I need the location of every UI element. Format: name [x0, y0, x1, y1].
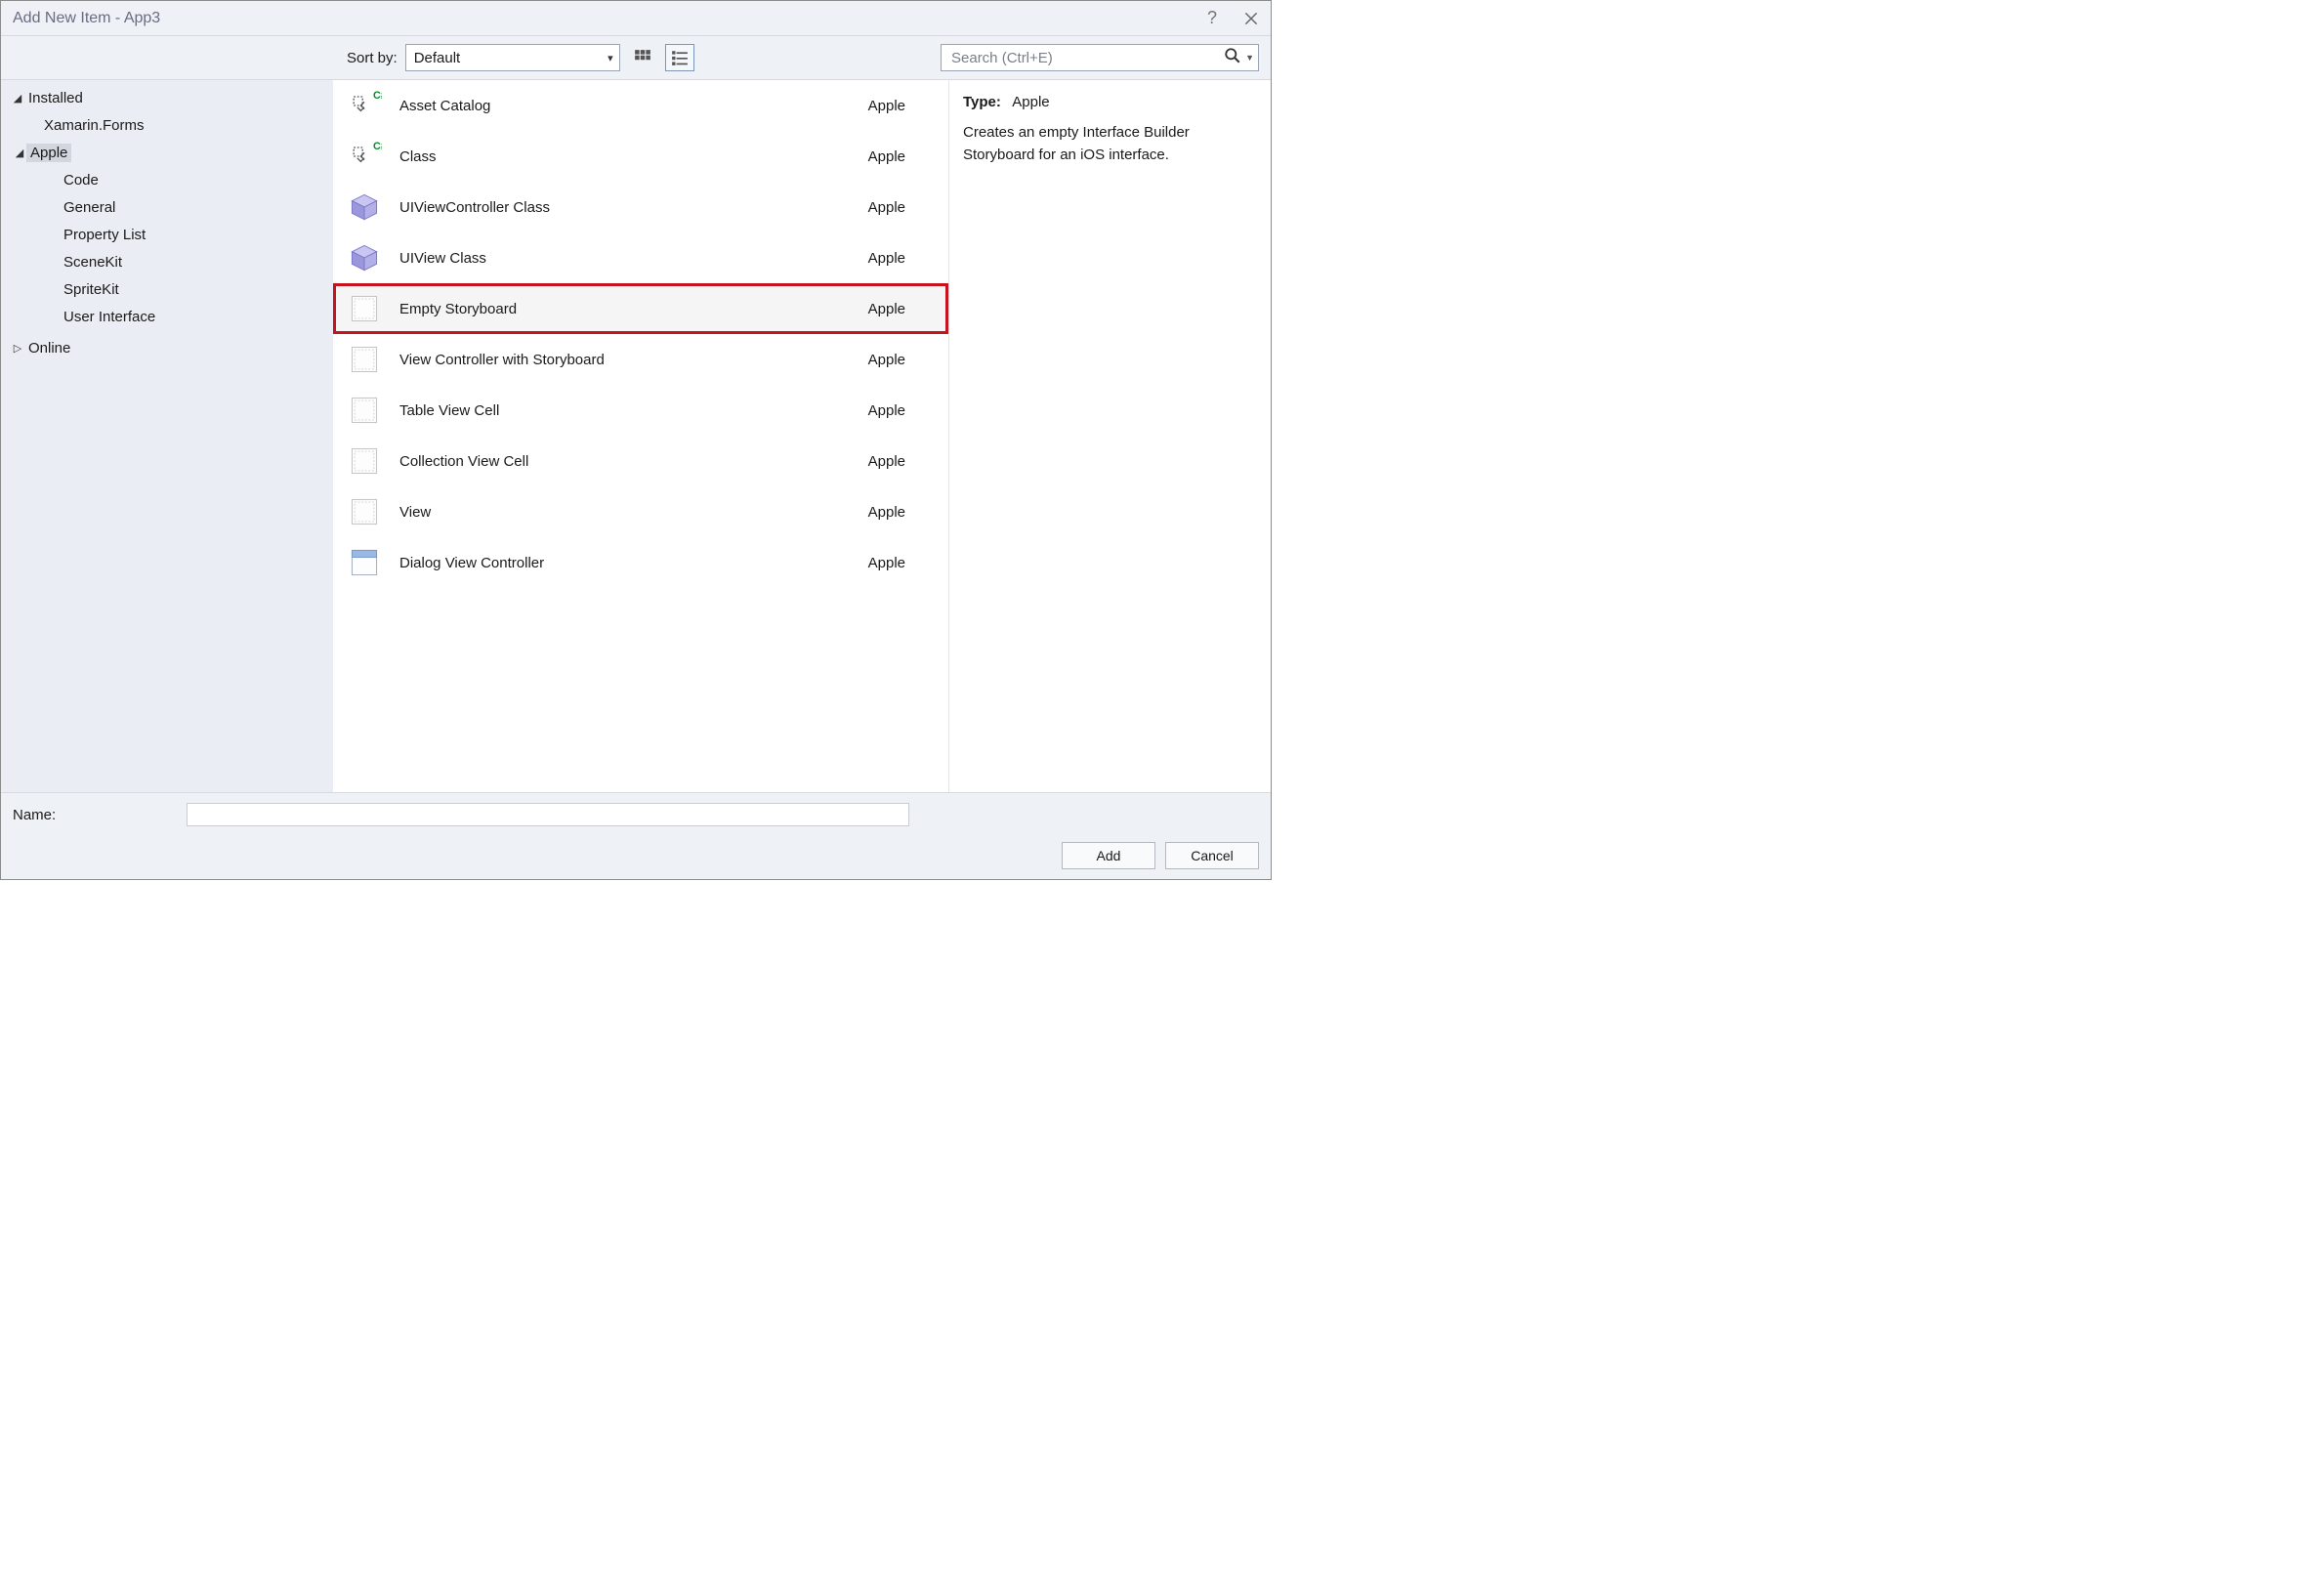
sort-label: Sort by: [341, 50, 398, 66]
tree-node-general[interactable]: General [1, 193, 333, 221]
search-dropdown-icon[interactable]: ▼ [1243, 53, 1254, 63]
category-tree[interactable]: ◢ Installed Xamarin.Forms ◢ Apple Code G… [1, 80, 333, 792]
asset-icon [345, 86, 384, 125]
storyboard-icon [345, 492, 384, 531]
details-panel: Type: Apple Creates an empty Interface B… [948, 80, 1271, 792]
storyboard-icon [345, 289, 384, 328]
close-button[interactable] [1232, 1, 1271, 36]
chevron-down-icon: ▾ [608, 52, 613, 64]
template-category: Apple [868, 352, 933, 368]
list-icon [671, 49, 689, 66]
template-name: Class [399, 148, 853, 165]
window-controls: ? [1193, 1, 1271, 36]
cube-icon [345, 188, 384, 227]
close-icon [1242, 10, 1260, 27]
template-row[interactable]: Class Apple [333, 131, 948, 182]
tree-node-property-list[interactable]: Property List [1, 221, 333, 248]
search-icon[interactable] [1222, 47, 1243, 69]
tree-node-code[interactable]: Code [1, 166, 333, 193]
template-row[interactable]: Collection View Cell Apple [333, 436, 948, 486]
footer: Name: Add Cancel [1, 792, 1271, 879]
tree-node-spritekit[interactable]: SpriteKit [1, 275, 333, 303]
search-input[interactable] [949, 49, 1222, 67]
window-title: Add New Item - App3 [13, 10, 160, 27]
tree-node-online[interactable]: ▷ Online [1, 334, 333, 361]
name-input[interactable] [187, 803, 909, 826]
template-category: Apple [868, 148, 933, 165]
template-name: View [399, 504, 853, 521]
template-row[interactable]: Empty Storyboard Apple [333, 283, 948, 334]
template-name: Asset Catalog [399, 98, 853, 114]
expand-icon: ▷ [11, 342, 24, 355]
collapse-icon: ◢ [11, 92, 24, 105]
sort-dropdown[interactable]: Default ▾ [405, 44, 620, 71]
asset-icon [345, 137, 384, 176]
template-row[interactable]: View Apple [333, 486, 948, 537]
tree-node-user-interface[interactable]: User Interface [1, 303, 333, 330]
help-button[interactable]: ? [1193, 1, 1232, 36]
toolbar: Sort by: Default ▾ [1, 36, 1271, 79]
template-name: UIViewController Class [399, 199, 853, 216]
template-name: UIView Class [399, 250, 853, 267]
view-small-icons-button[interactable] [628, 44, 657, 71]
template-category: Apple [868, 504, 933, 521]
name-label: Name: [13, 807, 169, 823]
template-name: Table View Cell [399, 402, 853, 419]
grid-icon [634, 49, 651, 66]
template-row[interactable]: View Controller with Storyboard Apple [333, 334, 948, 385]
template-category: Apple [868, 453, 933, 470]
storyboard-icon [345, 391, 384, 430]
type-value: Apple [1012, 94, 1049, 110]
type-label: Type: [963, 94, 1009, 110]
sort-value: Default [414, 50, 461, 66]
tree-node-scenekit[interactable]: SceneKit [1, 248, 333, 275]
template-name: Dialog View Controller [399, 555, 853, 571]
template-category: Apple [868, 301, 933, 317]
view-list-button[interactable] [665, 44, 694, 71]
template-name: Empty Storyboard [399, 301, 853, 317]
template-category: Apple [868, 402, 933, 419]
dialog-icon [345, 543, 384, 582]
template-list[interactable]: Asset CatalogAppleClassAppleUIViewContro… [333, 80, 948, 792]
storyboard-icon [345, 441, 384, 481]
template-row[interactable]: Table View Cell Apple [333, 385, 948, 436]
template-row[interactable]: UIViewController Class Apple [333, 182, 948, 232]
storyboard-icon [345, 340, 384, 379]
cancel-button[interactable]: Cancel [1165, 842, 1259, 869]
template-category: Apple [868, 250, 933, 267]
titlebar: Add New Item - App3 ? [1, 1, 1271, 36]
template-category: Apple [868, 98, 933, 114]
template-category: Apple [868, 199, 933, 216]
add-new-item-dialog: Add New Item - App3 ? Sort by: Default ▾ [0, 0, 1272, 880]
template-name: Collection View Cell [399, 453, 853, 470]
tree-node-installed[interactable]: ◢ Installed [1, 84, 333, 111]
template-row[interactable]: Dialog View Controller Apple [333, 537, 948, 588]
add-button[interactable]: Add [1062, 842, 1155, 869]
template-row[interactable]: Asset Catalog Apple [333, 80, 948, 131]
collapse-icon: ◢ [13, 147, 26, 159]
tree-node-xamarin-forms[interactable]: Xamarin.Forms [1, 111, 333, 139]
template-row[interactable]: UIView Class Apple [333, 232, 948, 283]
search-box[interactable]: ▼ [941, 44, 1259, 71]
cube-icon [345, 238, 384, 277]
description: Creates an empty Interface Builder Story… [963, 122, 1257, 166]
template-name: View Controller with Storyboard [399, 352, 853, 368]
tree-node-apple[interactable]: ◢ Apple [1, 139, 333, 166]
template-category: Apple [868, 555, 933, 571]
